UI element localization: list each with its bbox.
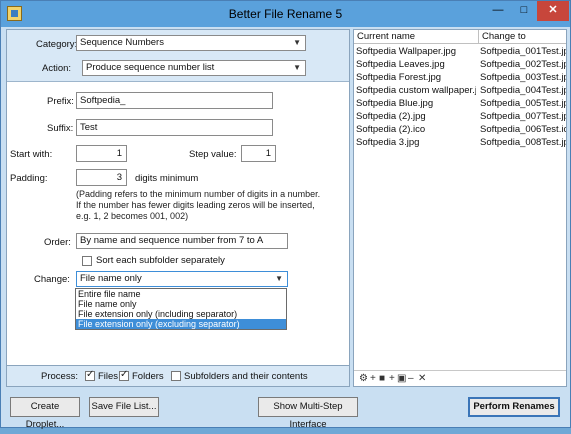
action-select[interactable]: Produce sequence number list ▼ xyxy=(82,60,306,76)
step-value-input[interactable]: 1 xyxy=(241,145,276,162)
current-name: Softpedia 3.jpg xyxy=(356,137,420,148)
current-name: Softpedia (2).jpg xyxy=(356,111,426,122)
file-row[interactable]: Softpedia Wallpaper.jpg Softpedia_001Test… xyxy=(354,45,566,58)
add-file-icon[interactable]: + xyxy=(370,373,376,384)
category-select[interactable]: Sequence Numbers ▼ xyxy=(76,35,306,51)
action-label: Action: xyxy=(42,63,72,74)
folder-icon[interactable]: ▣ xyxy=(397,373,406,384)
change-option-selected[interactable]: File extension only (excluding separator… xyxy=(76,319,286,329)
current-name: Softpedia custom wallpaper.jpg xyxy=(356,85,476,96)
new-name: Softpedia_005Test.jpg xyxy=(480,98,566,109)
multi-step-button[interactable]: Show Multi-Step Interface xyxy=(258,397,358,430)
file-list-panel: Current name Change to Softpedia Wallpap… xyxy=(353,29,567,387)
new-name: Softpedia_008Test.jpg xyxy=(480,137,566,148)
padding-note-line-1: (Padding refers to the minimum number of… xyxy=(76,189,321,199)
folders-label: Folders xyxy=(132,371,164,382)
change-dropdown-list: Entire file name File name only File ext… xyxy=(75,288,287,330)
padding-note-line-2: If the number has fewer digits leading z… xyxy=(76,200,315,210)
padding-label: Padding: xyxy=(10,173,48,184)
chevron-down-icon: ▼ xyxy=(275,274,283,283)
order-select[interactable]: By name and sequence number from 7 to A xyxy=(76,233,288,249)
category-label: Category: xyxy=(36,39,78,50)
change-value: File name only xyxy=(80,273,142,284)
current-name: Softpedia Blue.jpg xyxy=(356,98,434,109)
current-name: Softpedia (2).ico xyxy=(356,124,426,135)
change-option[interactable]: Entire file name xyxy=(76,289,286,299)
padding-note-line-3: e.g. 1, 2 becomes 001, 002) xyxy=(76,211,189,221)
chevron-down-icon: ▼ xyxy=(293,63,301,72)
category-value: Sequence Numbers xyxy=(80,37,164,48)
clear-icon[interactable]: ✕ xyxy=(418,373,426,384)
subfolders-checkbox[interactable] xyxy=(171,371,181,381)
file-row[interactable]: Softpedia Leaves.jpg Softpedia_002Test.jp… xyxy=(354,58,566,71)
change-option[interactable]: File name only xyxy=(76,299,286,309)
change-label: Change: xyxy=(34,274,70,285)
add-folder-icon[interactable]: + xyxy=(389,373,395,384)
new-name: Softpedia_004Test.jpg xyxy=(480,85,566,96)
current-name: Softpedia Wallpaper.jpg xyxy=(356,46,456,57)
file-row[interactable]: Softpedia 3.jpg Softpedia_008Test.jpg xyxy=(354,136,566,149)
create-droplet-button[interactable]: Create Droplet... xyxy=(10,397,80,430)
save-file-list-button[interactable]: Save File List... xyxy=(89,397,159,417)
column-header-current[interactable]: Current name xyxy=(354,30,478,44)
close-button[interactable]: ✕ xyxy=(537,1,569,21)
prefix-label: Prefix: xyxy=(47,96,74,107)
action-value: Produce sequence number list xyxy=(86,62,215,73)
sort-subfolder-checkbox[interactable] xyxy=(82,256,92,266)
file-row[interactable]: Softpedia Forest.jpg Softpedia_003Test.jp… xyxy=(354,71,566,84)
files-label: Files xyxy=(98,371,119,382)
padding-unit-label: digits minimum xyxy=(135,173,199,184)
start-with-label: Start with: xyxy=(10,149,53,160)
change-select[interactable]: File name only ▼ xyxy=(76,271,288,287)
list-toolbar: ⚙ + ■ + ▣ – ✕ xyxy=(354,370,566,386)
new-name: Softpedia_003Test.jpg xyxy=(480,72,566,83)
folders-checkbox[interactable] xyxy=(119,369,129,381)
perform-renames-button[interactable]: Perform Renames xyxy=(468,397,560,417)
order-value: By name and sequence number from 7 to A xyxy=(80,235,264,246)
file-row[interactable]: Softpedia (2).jpg Softpedia_007Test.jpg xyxy=(354,110,566,123)
column-header-change[interactable]: Change to xyxy=(478,30,566,44)
gear-icon[interactable]: ⚙ xyxy=(359,373,368,384)
file-row[interactable]: Softpedia Blue.jpg Softpedia_005Test.jpg xyxy=(354,97,566,110)
file-row[interactable]: Softpedia custom wallpaper.jpg Softpedia_… xyxy=(354,84,566,97)
process-label: Process: xyxy=(41,371,78,382)
new-name: Softpedia_006Test.ico xyxy=(480,124,566,135)
chevron-down-icon: ▼ xyxy=(293,38,301,47)
title-bar: Better File Rename 5 — □ ✕ xyxy=(1,1,570,27)
suffix-input[interactable]: Test xyxy=(76,119,273,136)
current-name: Softpedia Leaves.jpg xyxy=(356,59,445,70)
change-option[interactable]: File extension only (including separator… xyxy=(76,309,286,319)
new-name: Softpedia_007Test.jpg xyxy=(480,111,566,122)
maximize-button[interactable]: □ xyxy=(511,1,537,21)
current-name: Softpedia Forest.jpg xyxy=(356,72,442,83)
file-icon[interactable]: ■ xyxy=(379,373,385,384)
options-panel: Category: Sequence Numbers ▼ Action: Pro… xyxy=(6,29,350,387)
new-name: Softpedia_001Test.jpg xyxy=(480,46,566,57)
new-name: Softpedia_002Test.jpg xyxy=(480,59,566,70)
sort-subfolder-label: Sort each subfolder separately xyxy=(96,255,225,266)
app-window: Better File Rename 5 — □ ✕ Category: Seq… xyxy=(0,0,571,430)
prefix-input[interactable]: Softpedia_ xyxy=(76,92,273,109)
remove-icon[interactable]: – xyxy=(408,373,414,384)
process-strip: Process: Files Folders Subfolders and th… xyxy=(6,365,350,387)
padding-note: (Padding refers to the minimum number of… xyxy=(76,189,336,222)
padding-input[interactable]: 3 xyxy=(76,169,127,186)
minimize-button[interactable]: — xyxy=(485,1,511,21)
start-with-input[interactable]: 1 xyxy=(76,145,127,162)
file-row[interactable]: Softpedia (2).ico Softpedia_006Test.ico xyxy=(354,123,566,136)
order-label: Order: xyxy=(44,237,71,248)
step-value-label: Step value: xyxy=(189,149,237,160)
files-checkbox[interactable] xyxy=(85,369,95,381)
subfolders-label: Subfolders and their contents xyxy=(184,371,308,382)
suffix-label: Suffix: xyxy=(47,123,74,134)
category-section: Category: Sequence Numbers ▼ Action: Pro… xyxy=(7,30,349,82)
